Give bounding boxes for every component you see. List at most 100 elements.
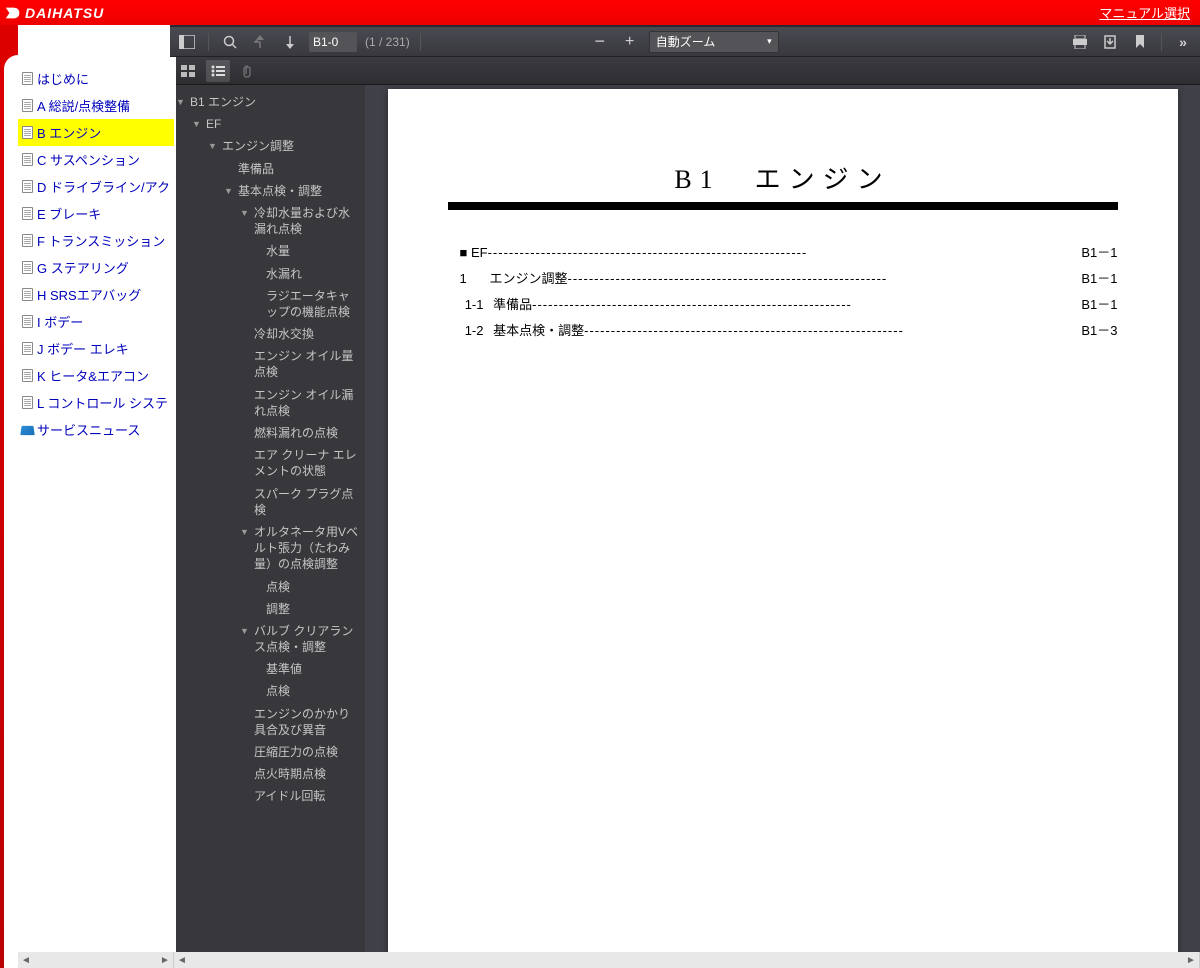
sidebar-toggle-button[interactable] xyxy=(176,31,198,53)
nav-item-2[interactable]: B エンジン xyxy=(18,119,174,146)
nav-item-1[interactable]: A 総説/点検整備 xyxy=(18,92,174,119)
outline-item[interactable]: ▼基本点検・調整 xyxy=(172,180,363,202)
scroll-left-icon[interactable]: ◄ xyxy=(174,952,190,968)
zoom-select[interactable]: 自動ズーム ▾ xyxy=(649,31,779,53)
outline-label: 燃料漏れの点検 xyxy=(254,425,361,441)
outline-item[interactable]: 基準値 xyxy=(172,658,363,680)
caret-icon: ▼ xyxy=(224,185,234,197)
toc-row: ■ EF -----------------------------------… xyxy=(460,240,1118,266)
page-title: B1 エンジン xyxy=(448,159,1118,196)
toc-label: 1-1 準備品 xyxy=(460,292,533,318)
print-button[interactable] xyxy=(1069,31,1091,53)
book-icon xyxy=(20,423,34,437)
outline-view-button[interactable] xyxy=(206,60,230,82)
outline-item[interactable]: 冷却水交換 xyxy=(172,323,363,345)
nav-item-label: K ヒータ&エアコン xyxy=(37,366,149,385)
document-icon xyxy=(20,180,34,194)
outline-label: B1 エンジン xyxy=(190,94,361,110)
toc-label: 1-2 基本点検・調整 xyxy=(460,318,585,344)
outline-item[interactable]: ▼ B1 エンジン xyxy=(172,91,363,113)
outline-item[interactable]: エア クリーナ エレメントの状態 xyxy=(172,444,363,482)
outline-item[interactable]: ▼冷却水量および水漏れ点検 xyxy=(172,202,363,240)
outline-label: 点検 xyxy=(266,579,361,595)
nav-item-8[interactable]: H SRSエアバッグ xyxy=(18,281,174,308)
caret-icon: ▼ xyxy=(240,526,250,538)
download-button[interactable] xyxy=(1099,31,1121,53)
outline-item[interactable]: 点検 xyxy=(172,576,363,598)
outline-label: 水量 xyxy=(266,243,361,259)
nav-item-7[interactable]: G ステアリング xyxy=(18,254,174,281)
outline-item[interactable]: 水量 xyxy=(172,240,363,262)
thumbnail-view-button[interactable] xyxy=(176,60,200,82)
content-row: ▼B1 エンジン▼EF▼エンジン調整準備品▼基本点検・調整▼冷却水量および水漏れ… xyxy=(170,85,1200,968)
document-icon xyxy=(20,342,34,356)
outline-item[interactable]: ▼バルブ クリアランス点検・調整 xyxy=(172,620,363,658)
nav-item-3[interactable]: C サスペンション xyxy=(18,146,174,173)
toc-leader: ----------------------------------------… xyxy=(568,266,1078,292)
page-number-input[interactable] xyxy=(309,32,357,52)
daihatsu-logo-icon xyxy=(4,5,22,21)
outline-label: エンジンのかかり具合及び異音 xyxy=(254,706,361,738)
zoom-in-button[interactable]: + xyxy=(619,31,641,53)
outline-item[interactable]: 調整 xyxy=(172,598,363,620)
outline-label: 圧縮圧力の点検 xyxy=(254,744,361,760)
outline-item[interactable]: 水漏れ xyxy=(172,263,363,285)
outline-panel: ▼B1 エンジン▼EF▼エンジン調整準備品▼基本点検・調整▼冷却水量および水漏れ… xyxy=(170,85,365,968)
scroll-right-icon[interactable]: ► xyxy=(157,952,173,968)
page-count-label: (1 / 231) xyxy=(365,35,410,49)
search-button[interactable] xyxy=(219,31,241,53)
document-area[interactable]: B1 エンジン ■ EF ---------------------------… xyxy=(365,85,1200,968)
document-icon xyxy=(20,153,34,167)
outline-item[interactable]: 点検 xyxy=(172,680,363,702)
outline-item[interactable]: ▼オルタネータ用Vベルト張力（たわみ量）の点検調整 xyxy=(172,521,363,576)
prev-page-button[interactable] xyxy=(249,31,271,53)
outline-label: 点火時期点検 xyxy=(254,766,361,782)
outline-item[interactable]: エンジンのかかり具合及び異音 xyxy=(172,703,363,741)
outline-item[interactable]: 燃料漏れの点検 xyxy=(172,422,363,444)
outline-item[interactable]: アイドル回転 xyxy=(172,785,363,807)
nav-item-label: F トランスミッション xyxy=(37,231,165,250)
toc-page: B1－1 xyxy=(1077,266,1117,292)
nav-item-6[interactable]: F トランスミッション xyxy=(18,227,174,254)
next-page-button[interactable] xyxy=(279,31,301,53)
caret-icon: ▼ xyxy=(176,96,186,108)
document-icon xyxy=(20,396,34,410)
nav-item-13[interactable]: サービスニュース xyxy=(18,416,174,443)
zoom-out-button[interactable]: − xyxy=(589,31,611,53)
outline-label: 水漏れ xyxy=(266,266,361,282)
outline-item[interactable]: スパーク プラグ点検 xyxy=(172,483,363,521)
outline-item[interactable]: ▼EF xyxy=(172,113,363,135)
nav-item-0[interactable]: はじめに xyxy=(18,65,174,92)
outline-item[interactable]: ▼エンジン調整 xyxy=(172,135,363,157)
outline-item[interactable]: 圧縮圧力の点検 xyxy=(172,741,363,763)
bookmark-button[interactable] xyxy=(1129,31,1151,53)
nav-item-9[interactable]: I ボデー xyxy=(18,308,174,335)
outline-label: エア クリーナ エレメントの状態 xyxy=(254,447,361,479)
document-icon xyxy=(20,126,34,140)
outline-label: エンジン調整 xyxy=(222,138,361,154)
nav-item-11[interactable]: K ヒータ&エアコン xyxy=(18,362,174,389)
more-tools-button[interactable]: » xyxy=(1172,31,1194,53)
scroll-left-icon[interactable]: ◄ xyxy=(18,952,34,968)
toc-label: 1エンジン調整 xyxy=(460,266,568,292)
outline-item[interactable]: エンジン オイル漏れ点検 xyxy=(172,384,363,422)
outline-item[interactable]: エンジン オイル量点検 xyxy=(172,345,363,383)
manual-select-link[interactable]: マニュアル選択 xyxy=(1099,3,1190,22)
bottom-scrollbar[interactable]: ◄► ◄► xyxy=(18,952,1200,968)
nav-item-label: I ボデー xyxy=(37,312,83,331)
toc-row: 1-2 基本点検・調整 ----------------------------… xyxy=(460,318,1118,344)
nav-item-12[interactable]: L コントロール システ xyxy=(18,389,174,416)
document-icon xyxy=(20,315,34,329)
nav-item-5[interactable]: E ブレーキ xyxy=(18,200,174,227)
caret-icon: ▼ xyxy=(240,625,250,637)
outline-item[interactable]: ラジエータキャップの機能点検 xyxy=(172,285,363,323)
outline-item[interactable]: 準備品 xyxy=(172,158,363,180)
outline-item[interactable]: 点火時期点検 xyxy=(172,763,363,785)
caret-icon: ▼ xyxy=(240,207,250,219)
nav-item-label: C サスペンション xyxy=(37,150,140,169)
attachments-button[interactable] xyxy=(236,60,260,82)
nav-item-10[interactable]: J ボデー エレキ xyxy=(18,335,174,362)
nav-item-4[interactable]: D ドライブライン/アク xyxy=(18,173,174,200)
outline-list[interactable]: ▼B1 エンジン▼EF▼エンジン調整準備品▼基本点検・調整▼冷却水量および水漏れ… xyxy=(170,85,365,968)
scroll-right-icon[interactable]: ► xyxy=(1183,952,1199,968)
